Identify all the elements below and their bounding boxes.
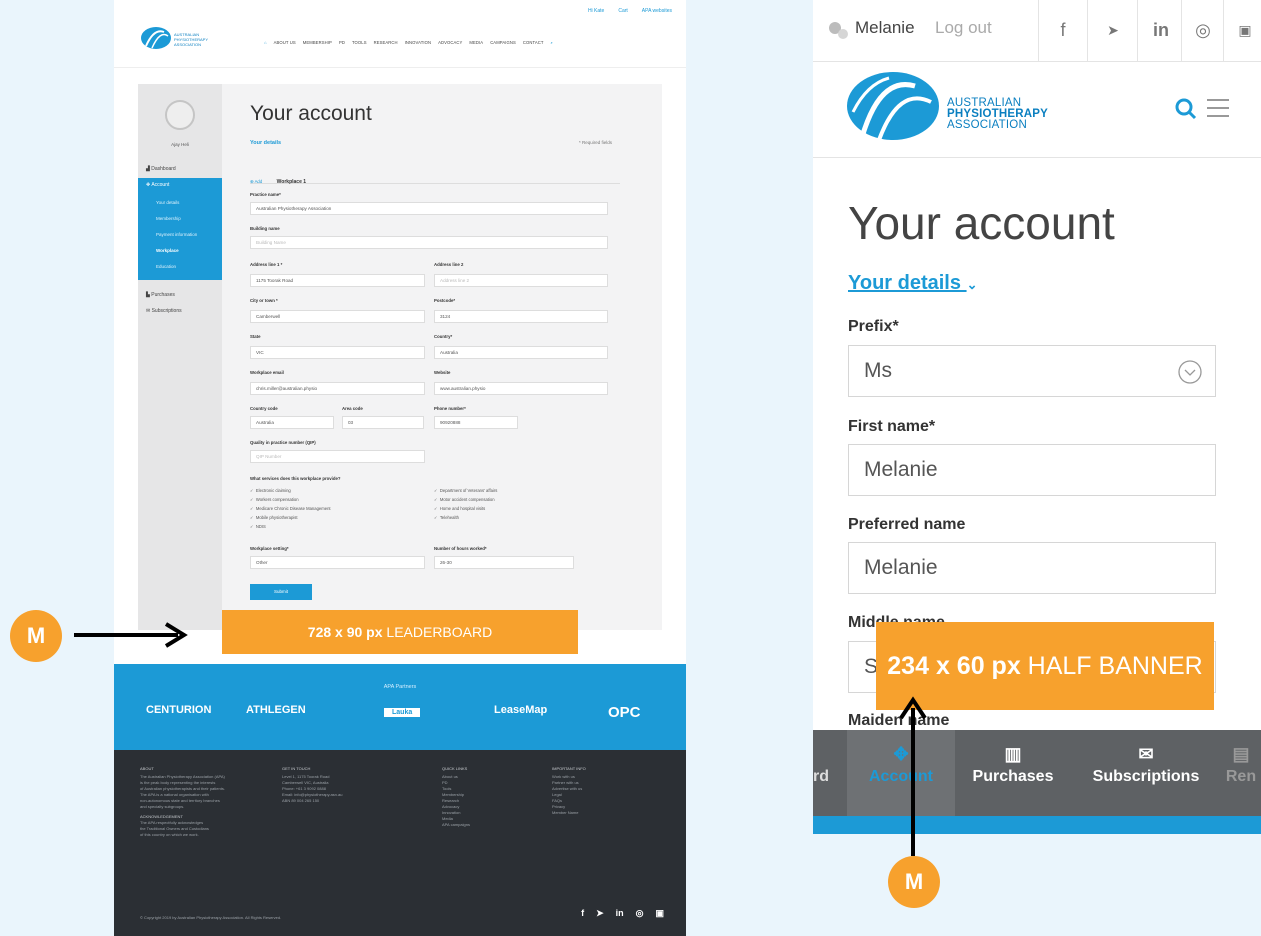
- marker-badge: M: [888, 856, 940, 908]
- marker-badge: M: [10, 610, 62, 662]
- annotation-layer: [74, 622, 927, 856]
